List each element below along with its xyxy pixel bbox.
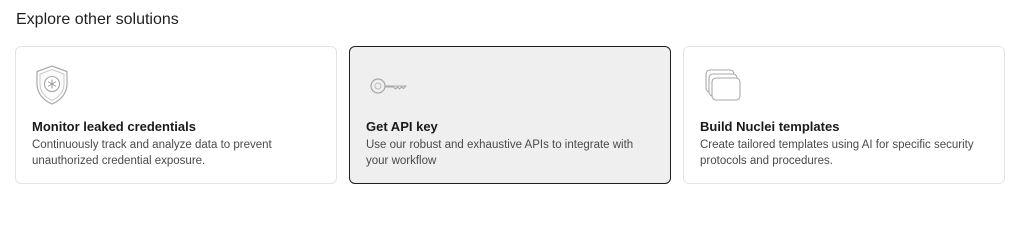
stacked-templates-icon bbox=[700, 63, 744, 107]
card-monitor-leaked-credentials[interactable]: Monitor leaked credentials Continuously … bbox=[15, 46, 337, 184]
shield-icon bbox=[32, 63, 76, 107]
card-title: Get API key bbox=[366, 119, 438, 134]
explore-solutions-section: Explore other solutions Monitor leaked c… bbox=[0, 0, 1024, 204]
card-title: Monitor leaked credentials bbox=[32, 119, 196, 134]
card-description: Use our robust and exhaustive APIs to in… bbox=[366, 139, 634, 167]
card-description: Continuously track and analyze data to p… bbox=[32, 139, 272, 167]
card-description: Create tailored templates using AI for s… bbox=[700, 139, 974, 167]
card-build-nuclei-templates[interactable]: Build Nuclei templates Create tailored t… bbox=[683, 46, 1005, 184]
solutions-card-list: Monitor leaked credentials Continuously … bbox=[15, 46, 1005, 184]
key-icon bbox=[366, 63, 410, 107]
section-title: Explore other solutions bbox=[16, 11, 179, 28]
card-title: Build Nuclei templates bbox=[700, 119, 840, 134]
card-get-api-key[interactable]: Get API key Use our robust and exhaustiv… bbox=[349, 46, 671, 184]
